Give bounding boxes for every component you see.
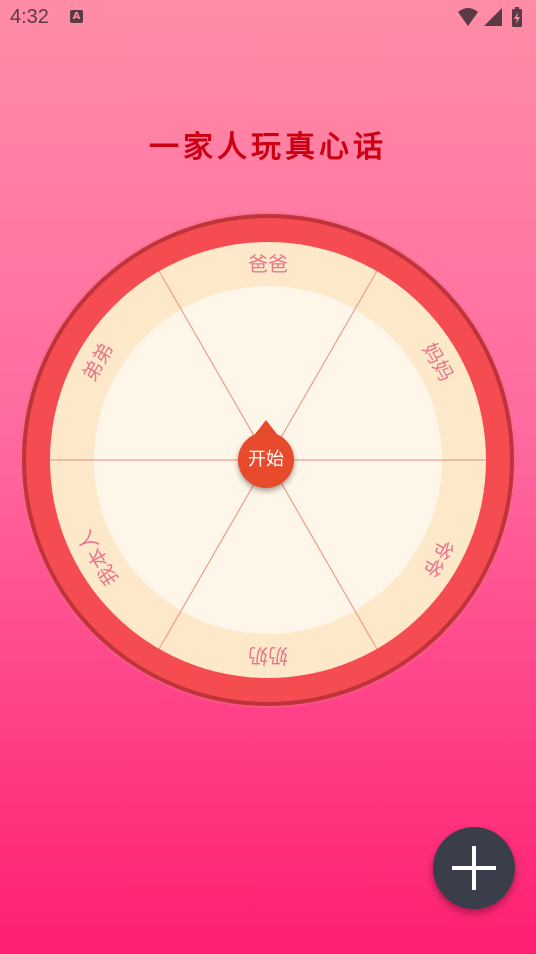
plus-icon — [452, 846, 496, 890]
start-button[interactable]: 开始 — [238, 432, 294, 488]
segment-label-grandma: 奶奶 — [248, 644, 288, 668]
wheel: 爸爸 妈妈 爷爷 奶奶 我本人 弟弟 开始 — [0, 0, 536, 954]
segment-label-dad: 爸爸 — [248, 252, 288, 276]
add-button[interactable] — [433, 827, 515, 909]
